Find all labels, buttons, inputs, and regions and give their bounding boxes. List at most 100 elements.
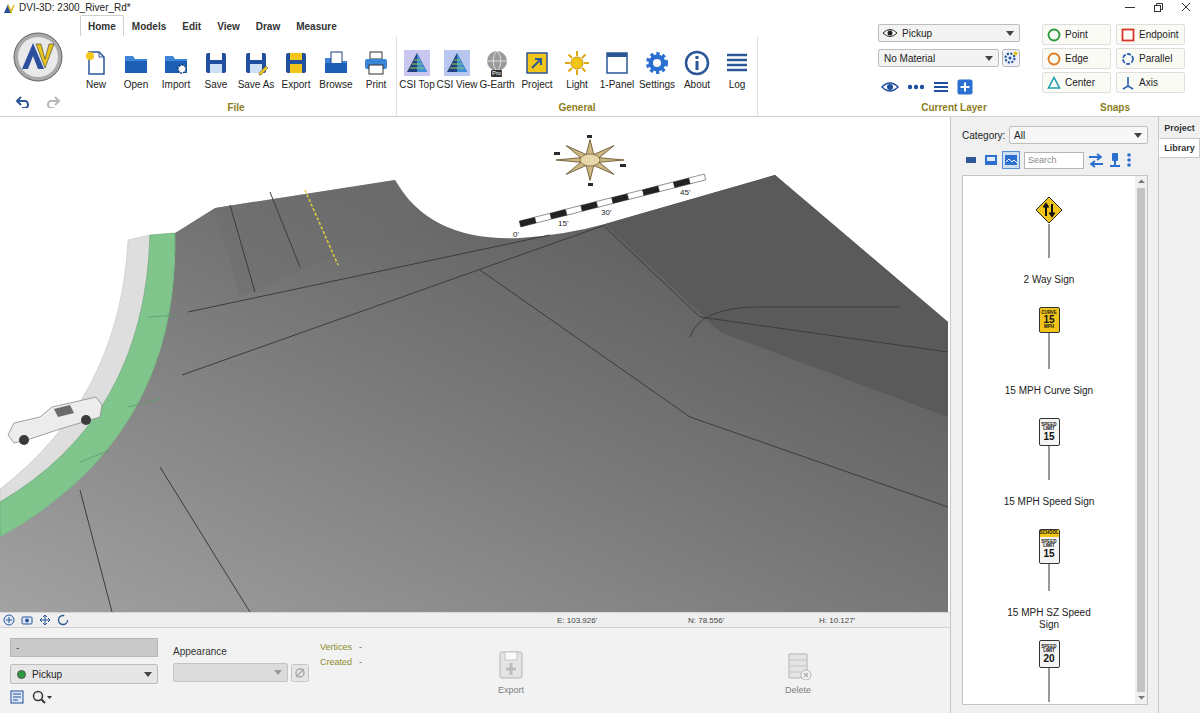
- open-button[interactable]: Open: [116, 50, 156, 91]
- layer-list-icon[interactable]: [933, 81, 949, 93]
- appearance-dropdown: [173, 663, 288, 682]
- snap-toggle[interactable]: Edge: [1042, 48, 1111, 69]
- sign-text: SCHOOL: [1040, 530, 1059, 537]
- properties-sheet-icon[interactable]: [10, 690, 24, 704]
- object-layer-dropdown[interactable]: Pickup: [10, 664, 158, 684]
- sun-icon: [564, 50, 590, 76]
- side-tab[interactable]: Project: [1159, 118, 1200, 138]
- 1-panel-button[interactable]: 1-Panel: [597, 50, 637, 91]
- ribbon-tab[interactable]: Measure: [288, 15, 345, 36]
- tab-label: Home: [88, 21, 116, 32]
- button-label: About: [684, 79, 710, 91]
- browse-button[interactable]: Browse: [316, 50, 356, 91]
- delete-disabled-icon: [783, 650, 813, 680]
- undo-arrow-icon[interactable]: [15, 94, 33, 108]
- library-item[interactable]: 2 Way Sign: [963, 176, 1135, 287]
- snap-toggle[interactable]: Axis: [1116, 72, 1185, 93]
- camera-icon[interactable]: [21, 614, 33, 626]
- ribbon-tab[interactable]: Models: [124, 15, 174, 36]
- sign-post: [1048, 446, 1050, 480]
- more-menu-icon[interactable]: [1125, 152, 1133, 168]
- side-tab[interactable]: Library: [1159, 138, 1200, 158]
- project-button[interactable]: Project: [517, 50, 557, 91]
- snap-label: Point: [1065, 29, 1088, 40]
- scroll-up-icon: [1137, 178, 1146, 186]
- snap-axis-icon: [1121, 76, 1135, 90]
- field-value: -: [16, 642, 19, 653]
- coordinate-readout: E: 103.926': [557, 616, 688, 625]
- speed-sign: SPEEDLIMIT15: [1039, 418, 1060, 446]
- snap-toggle[interactable]: Endpoint: [1116, 24, 1185, 45]
- button-label: Save: [205, 79, 228, 91]
- category-dropdown[interactable]: All: [1009, 126, 1148, 144]
- caret-icon: [1006, 31, 1014, 36]
- snap-toggle[interactable]: Center: [1042, 72, 1111, 93]
- refresh-icon[interactable]: [57, 614, 69, 626]
- caret-icon: [274, 670, 282, 675]
- settings-button[interactable]: Settings: [637, 50, 677, 91]
- light-button[interactable]: Light: [557, 50, 597, 91]
- layer-dropdown[interactable]: Pickup: [878, 24, 1020, 42]
- close-icon[interactable]: [1172, 0, 1200, 15]
- add-layer-icon[interactable]: [957, 79, 973, 95]
- side-panel: Category:All2 Way SignCURVE15MPH15 MPH C…: [950, 117, 1200, 713]
- save-as-icon: [243, 50, 269, 76]
- scale-label: 45': [680, 188, 690, 197]
- button-label: Log: [729, 79, 746, 91]
- view-size-button[interactable]: [962, 151, 980, 169]
- library-search[interactable]: [1024, 152, 1084, 169]
- new-button[interactable]: New: [76, 50, 116, 91]
- dots-icon[interactable]: [907, 84, 925, 90]
- item-name: 15 MPH Speed Sign: [1004, 496, 1095, 508]
- log-button[interactable]: Log: [717, 50, 757, 91]
- swap-arrows-icon[interactable]: [1087, 152, 1105, 168]
- ribbon-tab[interactable]: View: [209, 15, 248, 36]
- snap-toggle[interactable]: Point: [1042, 24, 1111, 45]
- save-as-button[interactable]: Save As: [236, 50, 276, 91]
- pin-icon[interactable]: [1107, 152, 1123, 168]
- library-list[interactable]: 2 Way SignCURVE15MPH15 MPH Curve SignSPE…: [962, 175, 1148, 705]
- title-bar: DVI-3D: 2300_River_Rd*: [0, 0, 1200, 15]
- view-size-button[interactable]: [982, 151, 1000, 169]
- scroll-thumb[interactable]: [1137, 188, 1145, 692]
- library-item[interactable]: SPEEDLIMIT15 15 MPH Speed Sign: [963, 398, 1135, 509]
- zoom-magnifier-icon[interactable]: [32, 690, 52, 704]
- logo-column: [0, 15, 76, 116]
- pan-icon[interactable]: [39, 614, 51, 626]
- button-label: 1-Panel: [600, 79, 634, 91]
- library-item[interactable]: CURVE15MPH15 MPH Curve Sign: [963, 287, 1135, 398]
- material-settings-icon[interactable]: [1002, 49, 1020, 67]
- restore-icon[interactable]: [1144, 0, 1172, 15]
- print-button[interactable]: Print: [356, 50, 396, 91]
- info-value: -: [359, 642, 362, 652]
- save-button[interactable]: Save: [196, 50, 236, 91]
- library-item[interactable]: SPEEDLIMIT20: [963, 620, 1135, 705]
- orbit-icon[interactable]: [3, 614, 15, 626]
- import-button[interactable]: Import: [156, 50, 196, 91]
- button-label: CSI View: [437, 79, 478, 91]
- csi-top-button[interactable]: CSI Top: [397, 50, 437, 91]
- material-row: No Material: [878, 49, 1030, 67]
- dvi-logo-icon[interactable]: [13, 32, 63, 82]
- ribbon-group: NewOpenImport Save Save AsExportBrowsePrin…: [76, 36, 397, 116]
- ribbon-tab[interactable]: Edit: [174, 15, 209, 36]
- visibility-eye-icon[interactable]: [881, 81, 899, 93]
- material-dropdown[interactable]: No Material: [878, 49, 999, 67]
- new-document-icon: [83, 50, 109, 76]
- ribbon-tab[interactable]: Home: [80, 15, 124, 36]
- csi-view-button[interactable]: CSI View: [437, 50, 477, 91]
- list-scrollbar[interactable]: [1135, 176, 1147, 704]
- library-item[interactable]: SCHOOLSPEEDLIMIT1515 MPH SZ Speed Sign: [963, 509, 1135, 620]
- appearance-label: Appearance: [173, 646, 311, 657]
- snap-toggle[interactable]: Parallel: [1116, 48, 1185, 69]
- view-size-button[interactable]: [1002, 151, 1020, 169]
- viewport-3d[interactable]: 0'15'30'45': [0, 117, 950, 612]
- import-folder-icon: [163, 50, 189, 76]
- about-button[interactable]: About: [677, 50, 717, 91]
- export-button[interactable]: Export: [276, 50, 316, 91]
- snap-circle-icon: [1047, 52, 1061, 66]
- g-earth-button[interactable]: ProG-Earth: [477, 50, 517, 91]
- ribbon-tab[interactable]: Draw: [248, 15, 288, 36]
- minimize-icon[interactable]: [1116, 0, 1144, 15]
- export-disabled-icon: [496, 650, 526, 680]
